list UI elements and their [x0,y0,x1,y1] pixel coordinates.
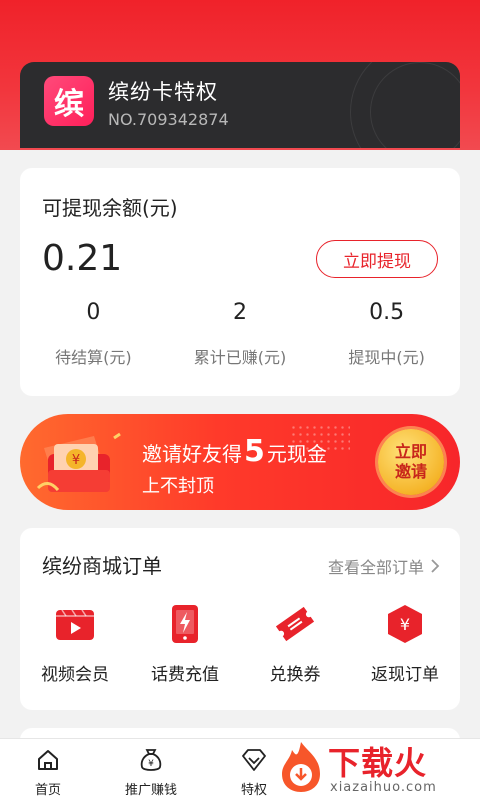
flame-logo-icon [282,742,320,792]
svg-text:¥: ¥ [148,759,154,769]
watermark-text: 下载火 [328,744,428,782]
view-all-label: 查看全部订单 [327,558,424,577]
banner-headline-amount: 5 [244,434,265,469]
tab-label: 特权 [240,783,267,798]
stat-label: 提现中(元) [348,348,425,367]
balance-card: 可提现余额(元) 0.21 立即提现 0 待结算(元) 2 累计已赚(元) 0.… [20,168,460,396]
stat-label: 待结算(元) [55,348,132,367]
order-label: 兑换券 [269,665,321,685]
home-icon [38,750,58,770]
banner-subline: 上不封顶 [142,476,214,497]
orders-grid: 视频会员 话费充值 兑换券 ¥ 返现订单 [20,602,460,685]
order-label: 话费充值 [151,665,219,685]
svg-text:¥: ¥ [72,453,80,468]
order-label: 返现订单 [371,665,439,685]
invite-banner[interactable]: ¥ 邀请好友得 5 元现金 上不封顶 立即 邀请 [20,414,460,510]
balance-value: 0.21 [42,238,123,279]
watermark-url: xiazaihuo.com [330,780,437,795]
stat-withdrawing[interactable]: 0.5 提现中(元) [313,300,460,368]
stat-value: 2 [233,300,247,325]
watermark: 下载火 xiazaihuo.com [278,734,474,800]
svg-text:¥: ¥ [400,615,410,634]
orders-title: 缤纷商城订单 [42,554,162,578]
vip-card[interactable]: 缤 缤纷卡特权 NO.709342874 [20,62,460,148]
stat-label: 累计已赚(元) [193,348,287,367]
diamond-icon [242,749,266,771]
gift-wallet-icon: ¥ [36,432,121,492]
invite-button-line2: 邀请 [394,462,427,481]
video-icon [56,609,94,640]
stat-value: 0.5 [369,300,405,325]
money-bag-icon: ¥ [140,749,162,771]
vip-card-title: 缤纷卡特权 [108,80,218,104]
balance-stats: 0 待结算(元) 2 累计已赚(元) 0.5 提现中(元) [20,300,460,368]
phone-recharge-icon [172,605,198,643]
ticket-icon [275,606,315,642]
order-phone-recharge[interactable]: 话费充值 [130,602,240,685]
tab-label: 首页 [34,783,61,798]
stat-total-earned[interactable]: 2 累计已赚(元) [167,300,314,368]
banner-headline-pre: 邀请好友得 [142,442,242,466]
cashback-icon: ¥ [388,605,422,643]
banner-headline: 邀请好友得 5 元现金 [142,434,327,469]
order-cashback[interactable]: ¥ 返现订单 [350,602,460,685]
tab-label: 推广赚钱 [124,783,177,798]
mall-orders-card: 缤纷商城订单 查看全部订单 视频会员 话费充值 兑换券 ¥ 返现订单 [20,528,460,710]
order-coupon[interactable]: 兑换券 [240,602,350,685]
tab-home[interactable]: 首页 [0,739,96,800]
order-label: 视频会员 [41,665,109,685]
stat-value: 0 [86,300,101,325]
withdraw-button[interactable]: 立即提现 [316,240,438,278]
vip-logo: 缤 [44,76,94,126]
order-video-vip[interactable]: 视频会员 [20,602,130,685]
view-all-orders-link[interactable]: 查看全部订单 [328,554,440,578]
invite-now-button[interactable]: 立即 邀请 [378,429,444,495]
invite-button-line1: 立即 [394,442,427,461]
tab-promote-earn[interactable]: ¥ 推广赚钱 [96,739,206,800]
stat-pending[interactable]: 0 待结算(元) [20,300,167,368]
balance-title: 可提现余额(元) [42,196,178,220]
vip-card-number: NO.709342874 [108,110,229,129]
banner-headline-post: 元现金 [266,442,327,466]
chevron-right-icon [431,559,440,573]
